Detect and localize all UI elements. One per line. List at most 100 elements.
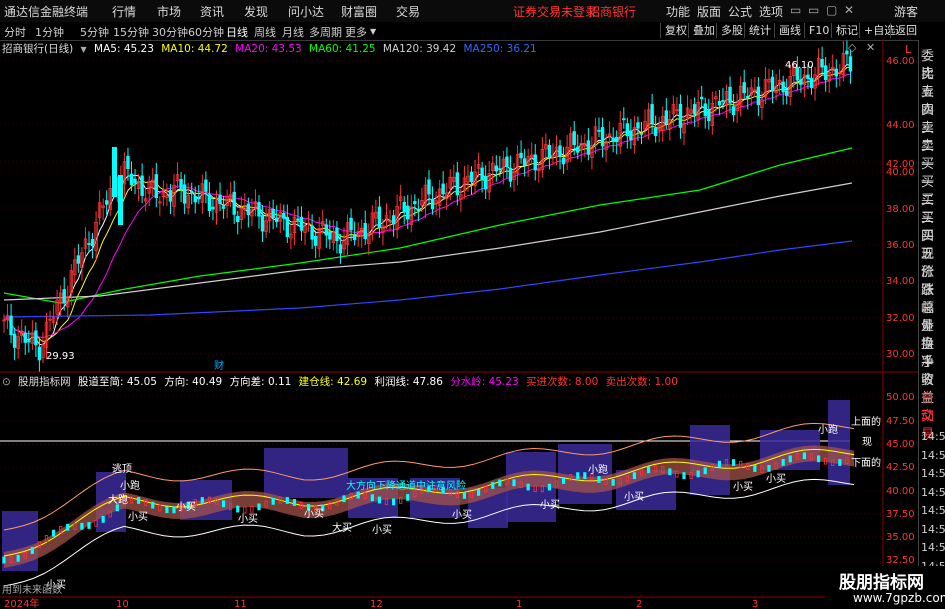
candle-body <box>717 100 722 106</box>
candle-body <box>721 100 725 102</box>
tab-weekly[interactable]: 周线 <box>254 24 276 40</box>
candle-body <box>118 175 123 225</box>
candle-body <box>413 201 417 205</box>
stats-button[interactable]: 统计 <box>744 23 775 38</box>
menu-item-options[interactable]: 选项 <box>759 3 783 20</box>
ind-y-tick: 32.50 <box>886 555 915 566</box>
tab-1min[interactable]: 1分钟 <box>35 24 64 40</box>
candle-body <box>586 140 591 155</box>
candle-body <box>519 152 523 159</box>
trade-time: 14:56 <box>921 448 945 462</box>
indicator-candle <box>696 470 700 478</box>
user-label[interactable]: 游客 <box>894 3 918 20</box>
indicator-candle <box>476 488 481 496</box>
tab-intraday[interactable]: 分时 <box>4 24 26 40</box>
candle-body <box>204 179 208 192</box>
indicator-candle <box>377 496 382 504</box>
tab-more[interactable]: 更多 <box>345 24 367 40</box>
x-tick: 2024年 <box>4 597 39 609</box>
kline-chart[interactable]: 46.10 29.93 财 逃顶 小跑 大跑 小买 小买 小买 小买 大买 小买… <box>0 40 918 609</box>
settings-icon[interactable]: ◇ <box>848 41 856 54</box>
trend-text: 大方向下降通道中注意风险 <box>346 479 466 492</box>
tab-more-chevron-icon[interactable]: ▼ <box>370 27 376 36</box>
back-button[interactable]: 返回 <box>890 23 921 38</box>
ma-line <box>3 66 851 343</box>
candle-body <box>112 147 117 197</box>
restore-icon[interactable]: ▭ <box>808 3 819 17</box>
ind-y-tick: 45.00 <box>886 439 915 450</box>
candle-body <box>76 255 81 264</box>
candle-body <box>455 172 460 196</box>
candle-body <box>260 215 265 232</box>
ind-value: 方向: 40.49 <box>164 376 223 388</box>
indicator-candle <box>717 460 722 468</box>
menu-item-assistant[interactable]: 问小达 <box>288 3 324 20</box>
tab-daily[interactable]: 日线 <box>226 24 248 40</box>
maximize-icon[interactable]: ▢ <box>826 3 837 17</box>
ma10-label: MA10: 44.72 <box>161 43 228 55</box>
candle-body <box>746 95 750 98</box>
candle-body <box>785 90 789 96</box>
menu-item-discover[interactable]: 发现 <box>244 3 268 20</box>
indicator-candle <box>165 506 169 514</box>
candle-body <box>363 222 367 240</box>
tab-30min[interactable]: 30分钟 <box>152 24 188 40</box>
candle-body <box>823 65 828 81</box>
minimize-icon[interactable]: ▭ <box>790 3 801 17</box>
candle-body <box>430 198 435 210</box>
tab-15min[interactable]: 15分钟 <box>113 24 149 40</box>
candle-body <box>87 243 91 245</box>
menu-item-function[interactable]: 功能 <box>666 3 690 20</box>
draw-button[interactable]: 画线 <box>774 23 805 38</box>
escape-top-label: 逃顶 <box>112 462 132 475</box>
tab-5min[interactable]: 5分钟 <box>80 24 109 40</box>
candle-body <box>377 206 382 228</box>
menu-item-layout[interactable]: 版面 <box>697 3 721 20</box>
candle-body <box>218 194 222 205</box>
indicator-candle <box>243 506 247 514</box>
ind-value: 买进次数: 8.00 <box>526 376 599 388</box>
candle-body <box>505 156 509 167</box>
multi-stock-button[interactable]: 多股 <box>716 23 747 38</box>
indicator-settings-icon[interactable]: ⊙ <box>2 376 11 388</box>
menu-item-formula[interactable]: 公式 <box>728 3 752 20</box>
app-title: 通达信金融终端 <box>4 5 89 19</box>
y-tick: 46.00 <box>886 56 915 67</box>
adjust-button[interactable]: 复权 <box>660 23 691 38</box>
zone-block <box>828 400 850 485</box>
candle-body <box>600 127 605 147</box>
indicator-candle <box>462 492 467 499</box>
candle-body <box>352 233 357 241</box>
f10-button[interactable]: F10 <box>804 23 833 38</box>
candle-body <box>154 174 158 199</box>
indicator-candle <box>356 491 360 499</box>
candle-body <box>299 216 304 231</box>
tab-monthly[interactable]: 月线 <box>282 24 304 40</box>
indicator-candle <box>30 547 34 554</box>
menu-item-board[interactable]: 市场 <box>157 3 181 20</box>
tab-multi-period[interactable]: 多周期 <box>309 24 342 40</box>
overlay-button[interactable]: 叠加 <box>688 23 719 38</box>
candle-body <box>338 244 343 254</box>
login-notice[interactable]: 证券交易未登录 <box>513 3 597 20</box>
candle-body <box>133 178 137 184</box>
candle-body <box>848 56 853 72</box>
indicator-candle <box>257 503 261 511</box>
period-tab-bar: 分时 1分钟 5分钟 15分钟 30分钟 60分钟 日线 周线 月线 多周期 更… <box>0 22 945 41</box>
menu-item-news[interactable]: 资讯 <box>200 3 224 20</box>
candle-body <box>416 208 421 211</box>
tab-60min[interactable]: 60分钟 <box>188 24 224 40</box>
candle-body <box>236 216 240 223</box>
close-icon[interactable]: ✕ <box>844 3 854 17</box>
candle-body <box>728 86 732 103</box>
menu-item-trade[interactable]: 交易 <box>396 3 420 20</box>
candle-body <box>427 179 431 195</box>
close-icon[interactable]: ✕ <box>866 41 875 54</box>
indicator-candle <box>498 479 502 487</box>
title-chevron-icon[interactable]: ▼ <box>81 45 87 54</box>
mark-button[interactable]: 标记 <box>831 23 862 38</box>
menu-item-wealth[interactable]: 财富圈 <box>341 3 377 20</box>
menu-item-market[interactable]: 行情 <box>112 3 136 20</box>
candle-body <box>335 227 339 242</box>
candle-body <box>27 340 31 343</box>
